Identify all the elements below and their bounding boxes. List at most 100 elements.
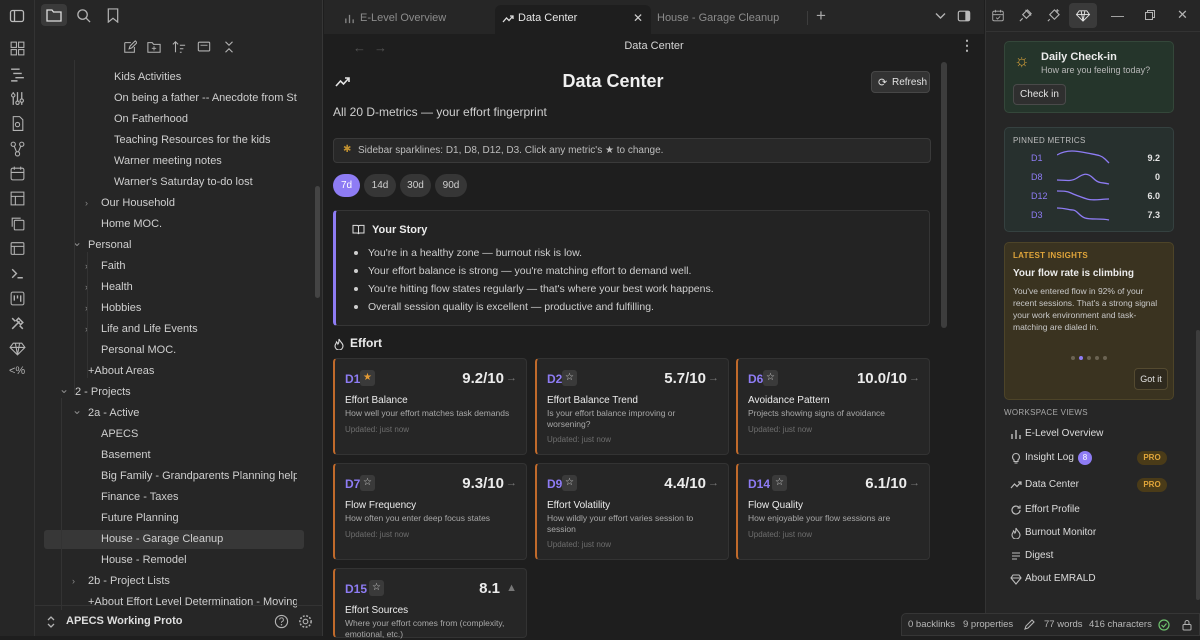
tree-item-15[interactable]: 2 - Projects [75, 382, 131, 402]
tree-item-3[interactable]: Teaching Resources for the kids [114, 130, 271, 150]
vault-name[interactable]: APECS Working Proto [66, 615, 183, 627]
tree-item-1[interactable]: On being a father -- Anecdote from Steph… [114, 88, 297, 108]
sort-icon[interactable] [172, 40, 186, 54]
tree-item-5[interactable]: Warner's Saturday to-do lost [114, 172, 253, 192]
star-icon[interactable]: ☆ [360, 475, 375, 491]
tree-item-7[interactable]: Home MOC. [101, 214, 162, 234]
metric-card-d6[interactable]: D6 ☆ 10.0/10 → Avoidance Pattern Projects sho… [736, 358, 930, 455]
pagination-dot[interactable] [1071, 356, 1075, 360]
tree-item-18[interactable]: Basement [101, 445, 151, 465]
workspace-view-effort-profile[interactable]: Effort Profile [1010, 502, 1170, 518]
copy-icon[interactable] [9, 215, 26, 232]
workspace-view-e-level-overview[interactable]: E-Level Overview [1010, 426, 1170, 442]
chevron-right-icon[interactable]: › [85, 198, 95, 208]
tree-item-21[interactable]: Future Planning [101, 508, 179, 528]
metric-card-d1[interactable]: D1 ★ 9.2/10 → Effort Balance How well your ef… [333, 358, 527, 455]
metric-card-d7[interactable]: D7 ☆ 9.3/10 → Flow Frequency How often you en… [333, 463, 527, 560]
star-icon[interactable]: ☆ [562, 475, 577, 491]
metric-card-d14[interactable]: D14 ☆ 6.1/10 → Flow Quality How enjoyable you… [736, 463, 930, 560]
more-options-icon[interactable]: ⋮ [960, 37, 974, 54]
tree-item-24[interactable]: 2b - Project Lists [88, 571, 170, 591]
expand-icon[interactable] [197, 40, 211, 54]
terminal-icon[interactable] [9, 265, 26, 282]
sidebar-toggle-icon[interactable] [9, 8, 25, 24]
metric-card-d2[interactable]: D2 ☆ 5.7/10 → Effort Balance Trend Is your ef… [535, 358, 729, 455]
refresh-button[interactable]: ⟳ Refresh [871, 71, 930, 93]
layout-icon[interactable] [9, 190, 26, 207]
collapse-icon[interactable] [222, 40, 236, 54]
tree-item-12[interactable]: Life and Life Events [101, 319, 198, 339]
tab-house-garage-cleanup[interactable]: House - Garage Cleanup [655, 5, 805, 34]
kanban-icon[interactable] [9, 290, 26, 307]
bookmark-icon[interactable] [106, 8, 120, 23]
gem-icon[interactable] [9, 340, 26, 357]
right-sidebar-toggle-icon[interactable] [957, 9, 971, 23]
metric-card-d9[interactable]: D9 ☆ 4.4/10 → Effort Volatility How wildly yo… [535, 463, 729, 560]
minimize-icon[interactable]: — [1111, 8, 1124, 23]
tree-scrollbar[interactable] [315, 186, 320, 298]
workspace-view-burnout-monitor[interactable]: Burnout Monitor [1010, 525, 1170, 541]
new-tab-icon[interactable]: + [816, 6, 826, 26]
tree-item-17[interactable]: APECS [101, 424, 138, 444]
range-90d[interactable]: 90d [435, 174, 467, 197]
new-folder-icon[interactable] [147, 40, 161, 54]
range-14d[interactable]: 14d [364, 174, 396, 197]
restore-icon[interactable] [1144, 9, 1156, 21]
star-icon[interactable]: ☆ [562, 370, 577, 386]
files-tab[interactable] [41, 4, 67, 26]
graph-icon[interactable] [9, 140, 26, 157]
list-tree-icon[interactable] [9, 66, 26, 83]
gem-tab[interactable] [1069, 3, 1097, 28]
pagination-dot[interactable] [1087, 356, 1091, 360]
tree-item-14[interactable]: +About Areas [88, 361, 154, 381]
plugin-add-icon[interactable] [1046, 8, 1061, 23]
percent-code-icon[interactable]: <% [9, 365, 26, 382]
tree-item-16[interactable]: 2a - Active [88, 403, 139, 423]
tree-item-11[interactable]: Hobbies [101, 298, 141, 318]
chevron-right-icon[interactable]: › [72, 576, 82, 586]
tree-item-20[interactable]: Finance - Taxes [101, 487, 178, 507]
window-icon[interactable] [9, 240, 26, 257]
new-note-icon[interactable] [123, 40, 137, 54]
dashboard-icon[interactable] [9, 40, 26, 57]
content-scrollbar[interactable] [941, 62, 947, 328]
settings-gear-icon[interactable] [298, 614, 313, 629]
tree-item-19[interactable]: Big Family - Grandparents Planning help [101, 466, 297, 486]
tree-item-22[interactable]: House - Garage Cleanup [101, 529, 223, 549]
tree-item-8[interactable]: Personal [88, 235, 131, 255]
star-icon[interactable]: ☆ [369, 580, 384, 596]
star-icon[interactable]: ☆ [772, 475, 787, 491]
plugin-icon[interactable] [1018, 8, 1033, 23]
vault-switcher-icon[interactable] [46, 616, 56, 628]
tree-item-10[interactable]: Health [101, 277, 133, 297]
workspace-view-insight-log[interactable]: Insight Log 8 PRO [1010, 450, 1170, 466]
metric-card-d15[interactable]: D15 ☆ 8.1 ▲ Effort Sources Where your effort … [333, 568, 527, 639]
sliders-icon[interactable] [9, 90, 26, 107]
pagination-dot[interactable] [1095, 356, 1099, 360]
tab-list-chevron-icon[interactable] [935, 12, 946, 20]
help-icon[interactable] [274, 614, 289, 629]
chevron-down-icon[interactable]: ⌄ [72, 404, 82, 416]
star-icon[interactable]: ☆ [763, 370, 778, 386]
workspace-view-data-center[interactable]: Data Center PRO [1010, 477, 1170, 493]
close-tab-icon[interactable]: ✕ [633, 5, 643, 31]
got-it-button[interactable]: Got it [1134, 368, 1168, 390]
workspace-view-about-emrald[interactable]: About EMRALD [1010, 571, 1170, 587]
chevron-down-icon[interactable]: ⌄ [59, 383, 69, 395]
calendar-check-icon[interactable] [991, 8, 1005, 23]
lock-icon[interactable] [1181, 619, 1193, 631]
calendar-icon[interactable] [9, 165, 26, 182]
right-scrollbar[interactable] [1196, 330, 1200, 600]
tools-icon[interactable] [9, 315, 26, 332]
tree-item-13[interactable]: Personal MOC. [101, 340, 176, 360]
backlinks-count[interactable]: 0 backlinks [908, 619, 955, 630]
checkin-button[interactable]: Check in [1013, 84, 1066, 105]
tab-e-level-overview[interactable]: E-Level Overview [338, 5, 496, 34]
pagination-dot[interactable] [1103, 356, 1107, 360]
range-30d[interactable]: 30d [400, 174, 431, 197]
tree-item-0[interactable]: Kids Activities [114, 67, 181, 87]
pagination-dot[interactable] [1079, 356, 1083, 360]
tree-item-9[interactable]: Faith [101, 256, 125, 276]
close-window-icon[interactable]: ✕ [1177, 7, 1188, 23]
properties-count[interactable]: 9 properties [963, 619, 1013, 630]
